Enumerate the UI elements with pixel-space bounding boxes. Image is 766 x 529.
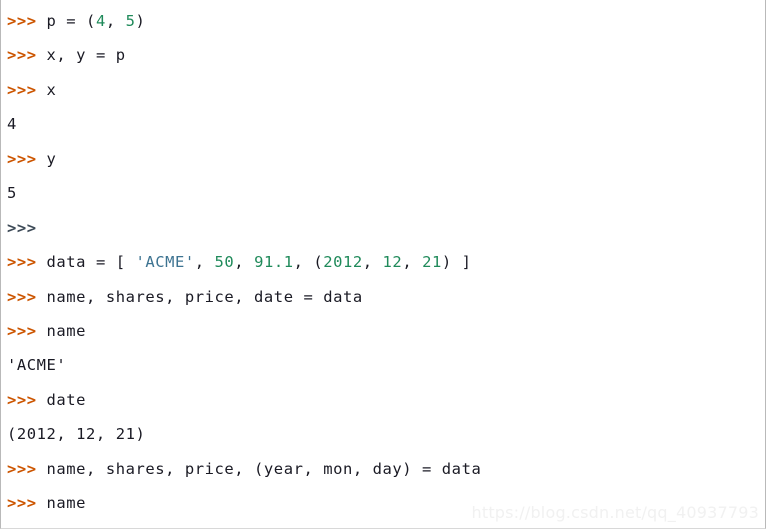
repl-input-line: >>> x, y = p	[7, 38, 765, 72]
output-token: 4	[7, 115, 17, 134]
repl-output-line: 'ACME'	[7, 521, 765, 528]
output-token: 'ACME'	[7, 356, 67, 375]
repl-input-line: >>> data = [ 'ACME', 50, 91.1, (2012, 12…	[7, 245, 765, 279]
repl-input-line: >>> name, shares, price, date = data	[7, 280, 765, 314]
code-token: date	[46, 390, 87, 409]
code-token: ,	[402, 253, 423, 272]
number-token: 4	[95, 12, 106, 30]
code-token: ,	[105, 12, 126, 30]
repl-transcript: >>> p = (4, 5) >>> x, y = p >>> x 4 >>> y 5 >>…	[7, 4, 765, 528]
output-token: 5	[7, 184, 17, 203]
number-token: 91.1	[254, 253, 294, 272]
output-token: (2012, 12, 21)	[7, 425, 146, 444]
number-token: 21	[422, 253, 442, 272]
repl-input-line: >>> x	[7, 73, 765, 107]
code-token: )	[135, 12, 146, 30]
prompt-token: >>>	[7, 287, 47, 306]
string-token: 'ACME'	[135, 253, 195, 272]
repl-output-line: (2012, 12, 21)	[7, 417, 765, 451]
number-token: 12	[382, 253, 403, 272]
prompt-token: >>>	[7, 218, 37, 237]
code-token: y	[46, 149, 57, 168]
number-token: 50	[214, 253, 235, 272]
number-token: 2012	[323, 253, 363, 272]
repl-output-line: 4	[7, 107, 765, 141]
prompt-token: >>>	[7, 459, 47, 478]
code-token: ,	[234, 253, 255, 272]
prompt-token: >>>	[7, 390, 47, 409]
code-token: p = (	[46, 12, 96, 30]
repl-input-line: >>> y	[7, 142, 765, 176]
code-token: name, shares, price, (year, mon, day) = …	[46, 459, 482, 478]
repl-input-line: >>> date	[7, 383, 765, 417]
prompt-token: >>>	[7, 494, 47, 513]
prompt-token: >>>	[7, 149, 47, 168]
code-token: x, y = p	[46, 46, 126, 65]
prompt-token: >>>	[7, 12, 47, 30]
code-token: ,	[362, 253, 383, 272]
code-token: x	[46, 80, 57, 99]
code-token: ,	[194, 253, 215, 272]
number-token: 5	[125, 12, 136, 30]
repl-input-line: >>>	[7, 211, 765, 245]
code-token: name, shares, price, date = data	[46, 287, 363, 306]
code-token: , (	[293, 253, 324, 272]
python-repl-console[interactable]: >>> p = (4, 5) >>> x, y = p >>> x 4 >>> y 5 >>…	[0, 0, 766, 529]
code-token: ) ]	[441, 253, 472, 272]
repl-output-line: 5	[7, 176, 765, 210]
repl-output-line: 'ACME'	[7, 348, 765, 382]
code-token: name	[46, 321, 87, 340]
repl-input-line: >>> p = (4, 5)	[7, 4, 765, 38]
prompt-token: >>>	[7, 321, 47, 340]
prompt-token: >>>	[7, 46, 47, 65]
prompt-token: >>>	[7, 253, 47, 272]
prompt-token: >>>	[7, 80, 47, 99]
repl-input-line: >>> name	[7, 314, 765, 348]
code-token: name	[46, 494, 87, 513]
repl-input-line: >>> name, shares, price, (year, mon, day…	[7, 452, 765, 486]
repl-input-line: >>> name	[7, 486, 765, 520]
code-token: data = [	[46, 253, 136, 272]
